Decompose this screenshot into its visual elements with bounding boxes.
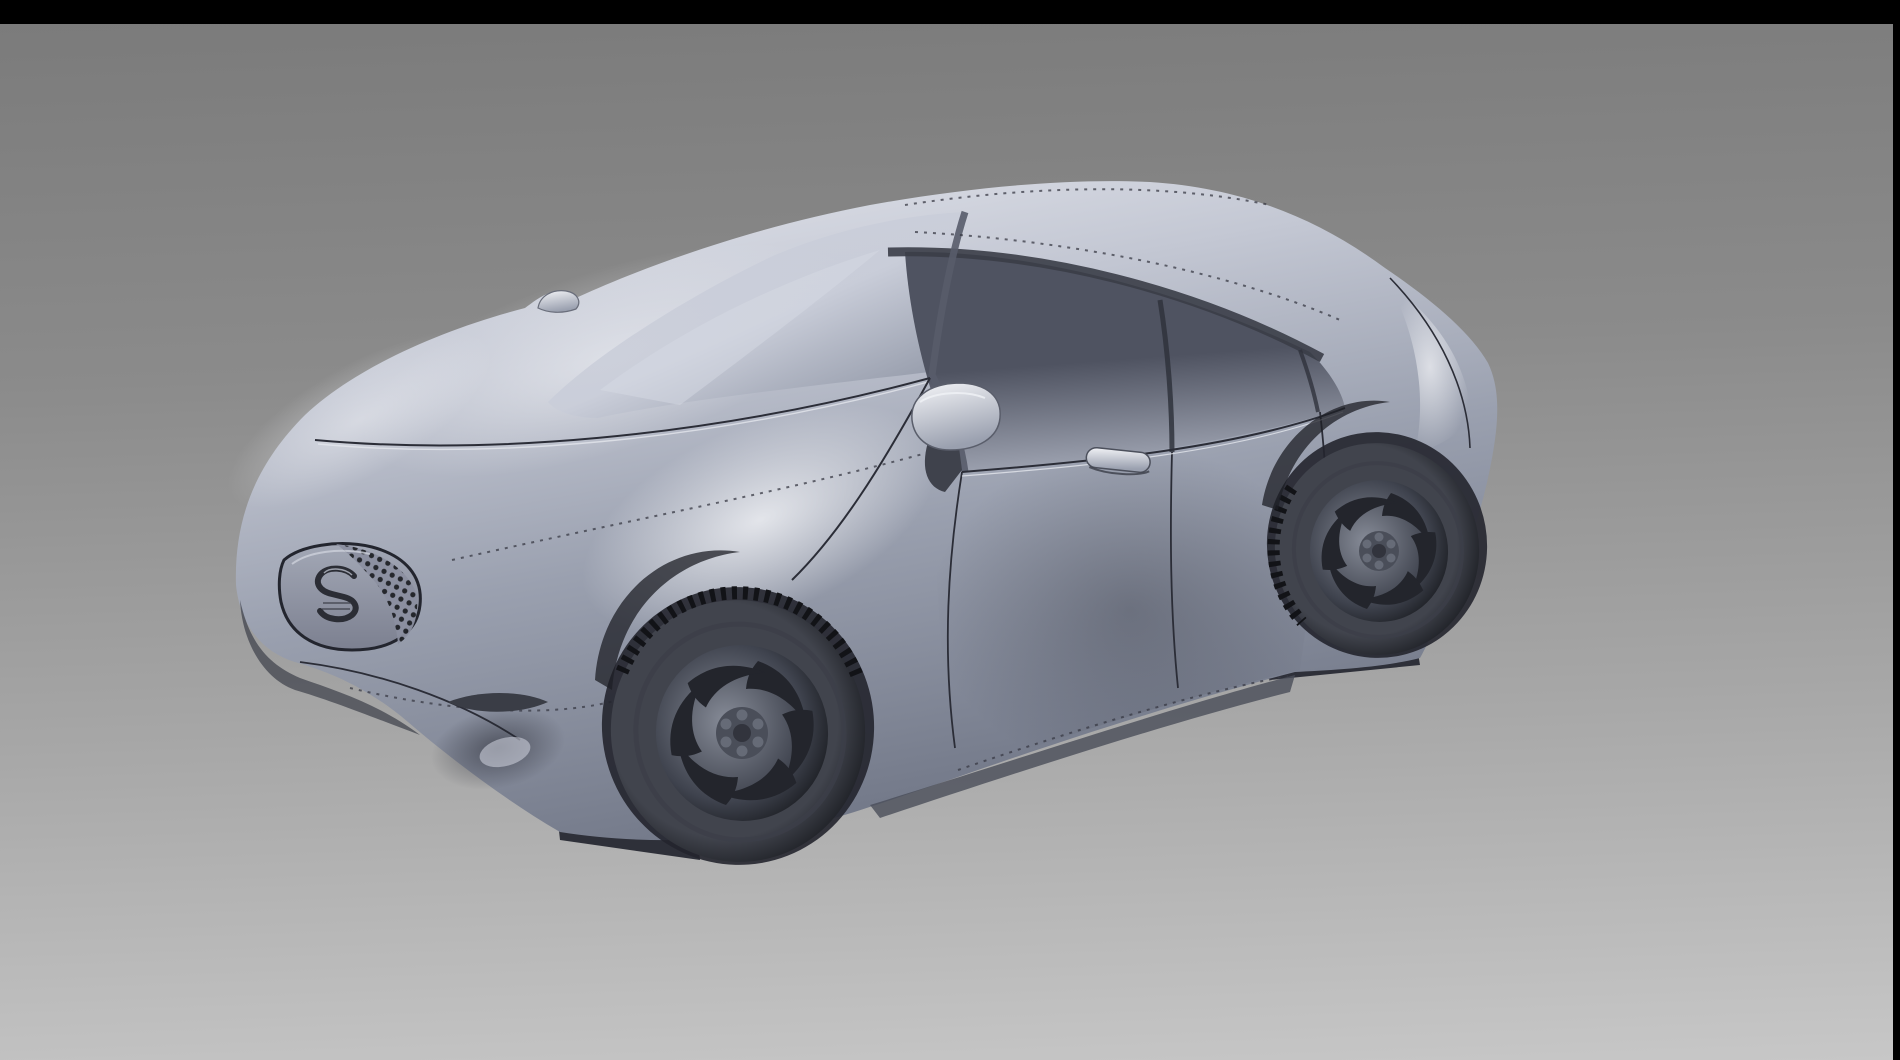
front-grille [279, 544, 420, 650]
right-black-bar [1893, 0, 1900, 1060]
car-render [0, 24, 1893, 1060]
top-black-bar [0, 0, 1900, 24]
cad-3d-viewport[interactable] [0, 24, 1893, 1060]
